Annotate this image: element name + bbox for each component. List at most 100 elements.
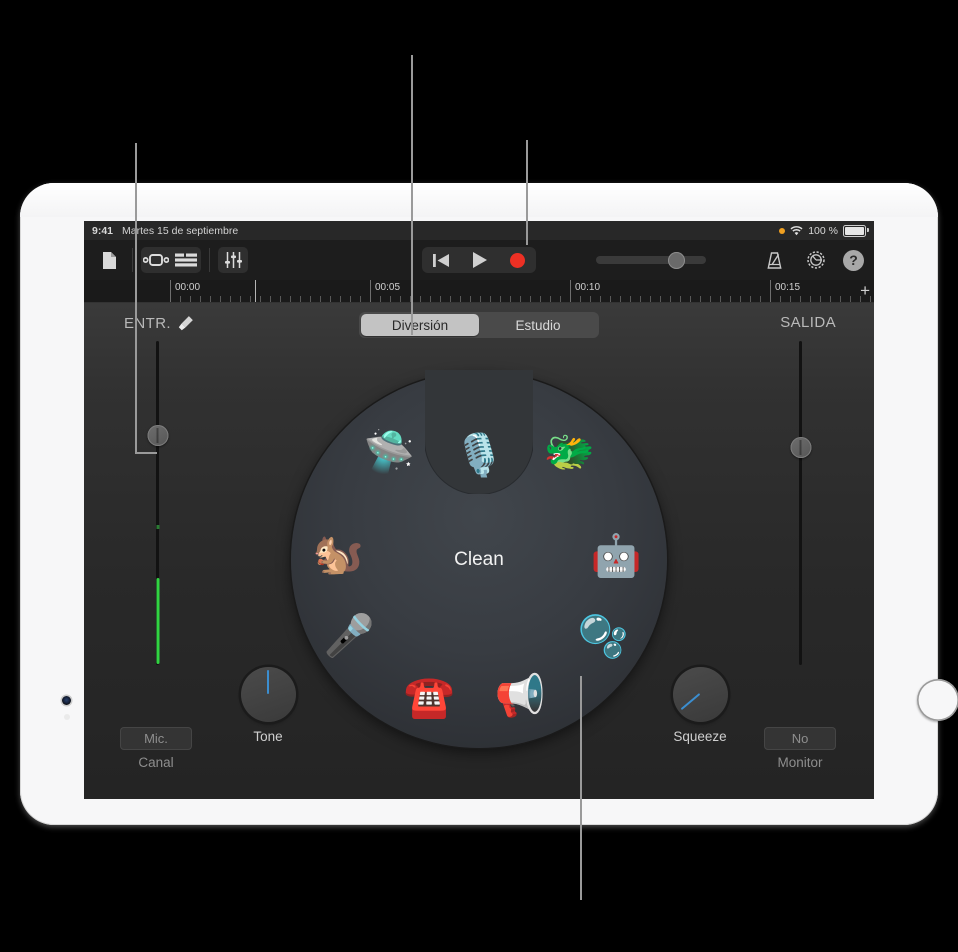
toolbar-right-group: ? xyxy=(759,247,864,273)
ruler-minor-tick xyxy=(280,296,281,302)
tab-estudio[interactable]: Estudio xyxy=(479,314,597,336)
input-fader-knob[interactable] xyxy=(147,425,168,446)
ruler-minor-tick xyxy=(490,296,491,302)
settings-gear-icon[interactable] xyxy=(801,247,831,273)
callout-line-tabs xyxy=(411,55,413,335)
ruler-time-label: 00:10 xyxy=(575,282,601,293)
metronome-icon[interactable] xyxy=(759,247,789,273)
ruler-minor-tick xyxy=(430,296,431,302)
ruler-minor-tick xyxy=(530,296,531,302)
callout-line-input-fader-elbow xyxy=(135,452,157,454)
ruler-major-tick xyxy=(370,280,371,302)
toolbar-divider xyxy=(132,248,133,272)
master-volume-slider[interactable] xyxy=(596,251,706,269)
ruler-minor-tick xyxy=(380,296,381,302)
input-label-text: ENTR. xyxy=(124,314,171,332)
ruler-minor-tick xyxy=(350,296,351,302)
battery-full-icon xyxy=(843,224,869,237)
ruler-minor-tick xyxy=(320,296,321,302)
tab-diversion[interactable]: Diversión xyxy=(361,314,479,336)
ruler-minor-tick xyxy=(640,296,641,302)
squeeze-knob-control: Squeeze xyxy=(664,667,736,744)
effect-megaphone[interactable]: 📢 xyxy=(494,675,545,717)
ruler-minor-tick xyxy=(760,296,761,302)
ruler-minor-tick xyxy=(610,296,611,302)
output-level-fader[interactable] xyxy=(790,341,811,665)
ruler-time-label: 00:05 xyxy=(375,282,401,293)
ruler-minor-tick xyxy=(800,296,801,302)
toolbar-divider-2 xyxy=(209,248,210,272)
tone-knob-pointer xyxy=(267,670,269,694)
ruler-minor-tick xyxy=(600,296,601,302)
record-icon[interactable] xyxy=(498,247,536,273)
home-button[interactable] xyxy=(917,679,958,721)
ruler-minor-tick xyxy=(500,296,501,302)
ruler-minor-tick xyxy=(680,296,681,302)
voice-plugin-area: ENTR. SALIDA Diversión Estudio Tone Sque… xyxy=(84,303,874,799)
ruler-minor-tick xyxy=(840,296,841,302)
ruler-minor-tick xyxy=(240,296,241,302)
ruler-minor-tick xyxy=(470,296,471,302)
monitor-button[interactable]: No xyxy=(764,727,836,750)
status-date: Martes 15 de septiembre xyxy=(122,224,239,237)
mixer-faders-icon[interactable] xyxy=(218,247,248,273)
callout-line-input-fader xyxy=(135,143,137,453)
ruler-minor-tick xyxy=(390,296,391,302)
channel-button[interactable]: Mic. xyxy=(120,727,192,750)
ruler-minor-tick xyxy=(230,296,231,302)
master-volume-knob[interactable] xyxy=(668,251,685,269)
effect-monster[interactable]: 🐲 xyxy=(543,431,594,473)
ruler-minor-tick xyxy=(290,296,291,302)
playhead[interactable] xyxy=(255,280,257,302)
squeeze-knob[interactable] xyxy=(672,667,728,722)
tone-knob-label: Tone xyxy=(253,729,283,744)
ruler-minor-tick xyxy=(850,296,851,302)
effect-telephone[interactable]: ☎️ xyxy=(403,676,454,718)
ruler-minor-tick xyxy=(310,296,311,302)
effect-robot[interactable]: 🤖 xyxy=(590,535,641,577)
effect-chipmunk[interactable]: 🐿️ xyxy=(312,533,363,575)
ambient-light-sensor xyxy=(64,714,70,720)
ruler-minor-tick xyxy=(400,296,401,302)
document-icon[interactable] xyxy=(94,247,124,273)
ruler-minor-tick xyxy=(270,296,271,302)
output-fader-knob[interactable] xyxy=(790,437,811,458)
ruler-minor-tick xyxy=(650,296,651,302)
studio-microphone-icon: 🎙️ xyxy=(453,432,505,478)
effect-bubbles[interactable]: 🫧 xyxy=(577,616,628,658)
help-button[interactable]: ? xyxy=(843,249,864,271)
track-list-icon[interactable] xyxy=(171,247,201,273)
ruler-minor-tick xyxy=(740,296,741,302)
record-dot xyxy=(509,252,525,268)
ruler-minor-tick xyxy=(590,296,591,302)
timeline-ruler[interactable]: 00:00 00:05 00:10 00:15 + xyxy=(84,280,874,303)
effect-alien-ufo[interactable]: 🛸 xyxy=(363,431,414,473)
ruler-header-spacer xyxy=(84,280,168,302)
ruler-minor-tick xyxy=(260,296,261,302)
ruler-major-tick xyxy=(770,280,771,302)
ruler-minor-tick xyxy=(450,296,451,302)
voice-effects-wheel[interactable]: 🎙️ Clean 🛸 🐲 🤖 🫧 📢 ☎️ 🎤 🐿️ xyxy=(291,370,667,748)
rewind-to-start-icon[interactable] xyxy=(422,247,460,273)
view-mode-group xyxy=(141,247,201,273)
add-track-button[interactable]: + xyxy=(860,281,870,300)
ruler-minor-tick xyxy=(330,296,331,302)
loop-browser-icon[interactable] xyxy=(141,247,171,273)
effect-vintage-mic[interactable]: 🎤 xyxy=(323,615,374,657)
ruler-time-label: 00:15 xyxy=(775,282,801,293)
output-section-label: SALIDA xyxy=(780,314,836,331)
ruler-minor-tick xyxy=(660,296,661,302)
play-icon[interactable] xyxy=(460,247,498,273)
ruler-minor-tick xyxy=(710,296,711,302)
ruler-minor-tick xyxy=(750,296,751,302)
ruler-minor-tick xyxy=(180,296,181,302)
ruler-minor-tick xyxy=(780,296,781,302)
ruler-minor-tick xyxy=(480,296,481,302)
ruler-minor-tick xyxy=(730,296,731,302)
ruler-minor-tick xyxy=(300,296,301,302)
tone-knob-control: Tone xyxy=(232,667,304,744)
ruler-minor-tick xyxy=(830,296,831,302)
battery-percent: 100 % xyxy=(808,224,838,237)
ruler-minor-tick xyxy=(820,296,821,302)
tone-knob[interactable] xyxy=(240,667,296,722)
